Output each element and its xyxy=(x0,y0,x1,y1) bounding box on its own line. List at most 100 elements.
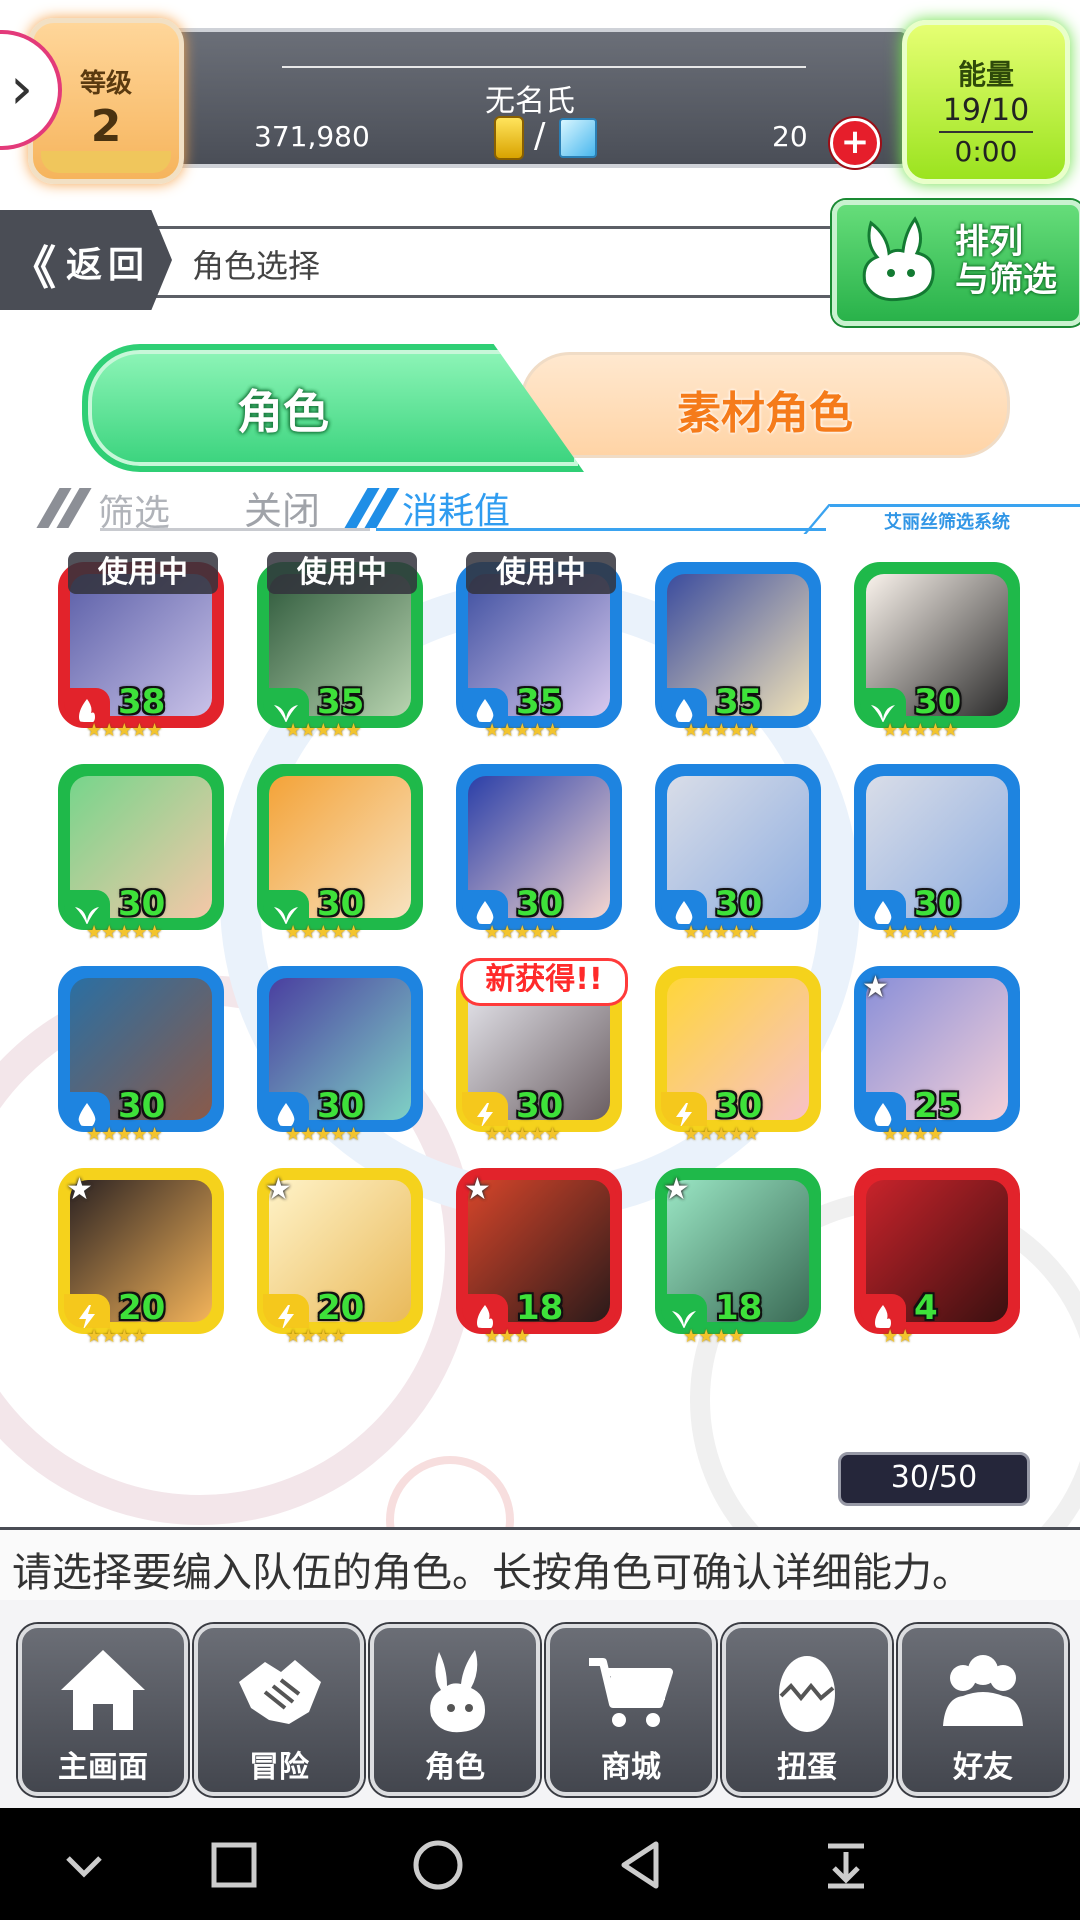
favorite-star-icon: ★ xyxy=(663,1172,690,1207)
character-level: 30 xyxy=(516,1086,564,1126)
character-card[interactable]: 35 ★★★★★ 使用中 xyxy=(456,552,626,752)
character-card[interactable]: 30 ★★★★★ xyxy=(456,764,626,954)
rarity-stars: ★★★★★ xyxy=(86,1124,163,1145)
character-card[interactable]: 25 ★★★★ ★ xyxy=(854,966,1024,1156)
character-level: 18 xyxy=(516,1288,564,1328)
back-label: 返回 xyxy=(66,245,151,286)
energy-timer: 0:00 xyxy=(954,135,1018,168)
character-card[interactable]: 30 ★★★★★ xyxy=(257,764,427,954)
character-card[interactable]: 20 ★★★★ ★ xyxy=(257,1168,427,1358)
nav-gacha-button[interactable]: 扭蛋 xyxy=(722,1624,892,1796)
character-card[interactable]: 20 ★★★★ ★ xyxy=(58,1168,228,1358)
energy-panel[interactable]: 能量 19/10 0:00 xyxy=(902,20,1070,184)
back-triangle-icon[interactable] xyxy=(612,1838,672,1892)
character-card[interactable]: 18 ★★★★ ★ xyxy=(655,1168,825,1358)
in-use-badge: 使用中 xyxy=(267,552,417,594)
bottom-nav: 主画面 冒险 角色 商城 扭蛋 好友 xyxy=(0,1600,1080,1808)
new-badge: 新获得!! xyxy=(460,958,628,1006)
notification-pull-icon[interactable] xyxy=(816,1838,876,1892)
cart-icon xyxy=(589,1658,673,1727)
player-name: 无名氏 xyxy=(485,84,575,119)
rarity-stars: ★★★★★ xyxy=(86,720,163,741)
nav-friends-button[interactable]: 好友 xyxy=(898,1624,1068,1796)
screen-title-bar: 角色选择 xyxy=(150,226,840,298)
character-level: 18 xyxy=(715,1288,763,1328)
rarity-stars: ★★★★★ xyxy=(683,922,760,943)
character-level: 30 xyxy=(317,884,365,924)
sort-by-button[interactable]: 消耗值 xyxy=(402,482,510,534)
bunny-icon xyxy=(430,1650,485,1733)
character-card[interactable]: 30 ★★★★★ xyxy=(58,764,228,954)
tab-material-label: 素材角色 xyxy=(677,388,853,439)
filter-label: 与筛选 xyxy=(955,260,1057,300)
nav-adventure-button[interactable]: 冒险 xyxy=(194,1624,364,1796)
nav-home-button[interactable]: 主画面 xyxy=(18,1624,188,1796)
rarity-stars: ★★★★ xyxy=(683,1326,745,1347)
gem-icon xyxy=(559,118,597,158)
character-card[interactable]: 30 ★★★★★ 新获得!! xyxy=(456,958,628,1156)
coin-icon xyxy=(494,116,524,160)
character-level: 35 xyxy=(715,682,763,722)
rarity-stars: ★★★★★ xyxy=(285,1124,362,1145)
rarity-stars: ★★★★★ xyxy=(285,720,362,741)
in-use-badge: 使用中 xyxy=(466,552,616,594)
filter-underline xyxy=(100,528,370,531)
chevron-down-icon[interactable] xyxy=(54,1838,114,1892)
character-card[interactable]: 30 ★★★★★ xyxy=(655,966,825,1156)
rarity-stars: ★★★★★ xyxy=(882,720,959,741)
character-card[interactable]: 35 ★★★★★ 使用中 xyxy=(257,552,427,752)
page-title: 角色选择 xyxy=(192,247,321,285)
favorite-star-icon: ★ xyxy=(66,1172,93,1207)
character-card[interactable]: 30 ★★★★★ xyxy=(655,764,825,954)
rarity-stars: ★★★★★ xyxy=(86,922,163,943)
nav-adventure-label: 冒险 xyxy=(249,1750,309,1785)
sort-filter-button[interactable]: 排列 与筛选 xyxy=(832,200,1080,326)
character-level: 30 xyxy=(715,1086,763,1126)
character-card[interactable]: 30 ★★★★★ xyxy=(854,764,1024,954)
character-card[interactable]: 30 ★★★★★ xyxy=(854,562,1024,752)
rarity-stars: ★★★★ xyxy=(285,1326,347,1347)
tab-characters-label: 角色 xyxy=(237,385,329,439)
tab-characters[interactable]: 角色 xyxy=(82,344,584,472)
name-divider xyxy=(282,66,806,68)
nav-character-button[interactable]: 角色 xyxy=(370,1624,540,1796)
double-chevron-left-icon: 《 xyxy=(10,241,56,295)
filter-row: 筛选 关闭 消耗值 艾丽丝筛选系统 xyxy=(30,474,1080,534)
rarity-stars: ★★★★★ xyxy=(683,720,760,741)
rarity-stars: ★★★★★ xyxy=(882,922,959,943)
nav-friends-label: 好友 xyxy=(953,1750,1013,1785)
character-card[interactable]: 18 ★★★ ★ xyxy=(456,1168,626,1358)
character-card[interactable]: 30 ★★★★★ xyxy=(58,966,228,1156)
favorite-star-icon: ★ xyxy=(265,1172,292,1207)
character-level: 30 xyxy=(118,1086,166,1126)
circle-icon[interactable] xyxy=(408,1838,468,1892)
system-underline xyxy=(830,504,1080,507)
square-icon[interactable] xyxy=(204,1838,264,1892)
nav-character-label: 角色 xyxy=(425,1750,485,1785)
character-card[interactable]: 35 ★★★★★ xyxy=(655,562,825,752)
energy-divider xyxy=(939,131,1033,133)
character-level: 35 xyxy=(317,682,365,722)
hint-bar: 请选择要编入队伍的角色。长按角色可确认详细能力。 xyxy=(0,1527,1080,1603)
player-status-bar: 无名氏 371,980 / 20 xyxy=(150,28,910,168)
rarity-stars: ★★★★★ xyxy=(484,922,561,943)
character-level: 25 xyxy=(914,1086,962,1126)
coin-count: 371,980 xyxy=(254,120,370,153)
tab-material-characters[interactable]: 素材角色 xyxy=(520,352,1010,458)
character-card[interactable]: 30 ★★★★★ xyxy=(257,966,427,1156)
rarity-stars: ★★★★★ xyxy=(285,922,362,943)
exp-bar xyxy=(41,151,171,173)
add-gems-button[interactable]: + xyxy=(830,118,880,168)
nav-shop-button[interactable]: 商城 xyxy=(546,1624,716,1796)
character-card[interactable]: 4 ★★ xyxy=(854,1168,1024,1358)
back-button[interactable]: 《 返回 xyxy=(0,210,172,310)
character-level: 30 xyxy=(914,884,962,924)
rarity-stars: ★★★ xyxy=(484,1326,530,1347)
sort-label: 排列 xyxy=(955,222,1023,262)
filter-toggle[interactable]: 关闭 xyxy=(244,480,320,535)
system-navigation-bar xyxy=(0,1808,1080,1920)
friends-icon xyxy=(943,1655,1023,1726)
home-icon xyxy=(61,1650,145,1730)
rarity-stars: ★★ xyxy=(882,1326,913,1347)
character-card[interactable]: 38 ★★★★★ 使用中 xyxy=(58,552,228,752)
